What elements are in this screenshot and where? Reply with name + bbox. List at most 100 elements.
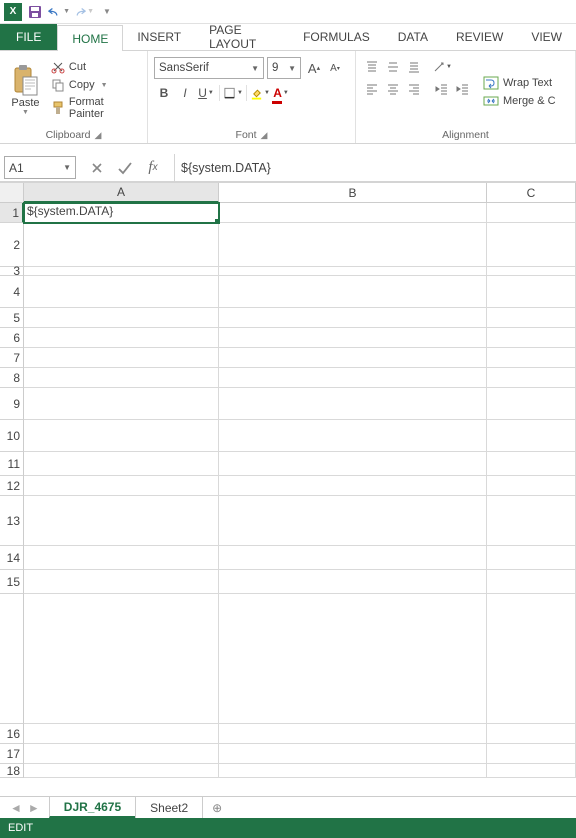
redo-button[interactable]: ▼	[72, 2, 94, 22]
row-header[interactable]: 2	[0, 223, 24, 267]
undo-button[interactable]: ▼	[48, 2, 70, 22]
cell[interactable]	[487, 570, 576, 594]
cancel-formula-button[interactable]	[86, 157, 108, 179]
save-icon[interactable]	[24, 2, 46, 22]
cell[interactable]	[219, 452, 487, 476]
merge-center-button[interactable]: Merge & C	[481, 93, 558, 109]
cell[interactable]	[219, 223, 487, 267]
cut-button[interactable]: Cut	[49, 59, 141, 75]
align-middle-button[interactable]	[383, 57, 403, 77]
format-painter-button[interactable]: Format Painter	[49, 95, 141, 121]
column-header[interactable]: A	[24, 183, 219, 203]
add-sheet-button[interactable]: ⊕	[203, 797, 231, 818]
cell[interactable]	[219, 388, 487, 420]
sheet-next-icon[interactable]: ►	[28, 801, 40, 815]
orientation-button[interactable]: ▼	[432, 57, 452, 77]
sheet-tab-active[interactable]: DJR_4675	[49, 797, 136, 818]
sheet-nav[interactable]: ◄ ►	[0, 797, 50, 818]
tab-insert[interactable]: INSERT	[123, 24, 195, 50]
cell[interactable]	[24, 276, 219, 308]
cell[interactable]	[219, 496, 487, 546]
cell[interactable]	[24, 368, 219, 388]
cell[interactable]	[24, 348, 219, 368]
row-header[interactable]: 12	[0, 476, 24, 496]
cell[interactable]	[219, 308, 487, 328]
cell[interactable]	[219, 594, 487, 724]
cell[interactable]	[487, 594, 576, 724]
row-headers[interactable]: 123456789101112131415161718	[0, 203, 24, 796]
cell[interactable]	[219, 348, 487, 368]
tab-formulas[interactable]: FORMULAS	[289, 24, 384, 50]
tab-home[interactable]: HOME	[57, 25, 123, 51]
row-header[interactable]: 14	[0, 546, 24, 570]
cell[interactable]	[24, 452, 219, 476]
tab-data[interactable]: DATA	[384, 24, 442, 50]
row-header[interactable]: 5	[0, 308, 24, 328]
row-header[interactable]: 17	[0, 744, 24, 764]
tab-review[interactable]: REVIEW	[442, 24, 517, 50]
shrink-font-button[interactable]: A▾	[325, 58, 345, 78]
cell[interactable]	[219, 764, 487, 778]
cell[interactable]	[24, 496, 219, 546]
align-left-button[interactable]	[362, 79, 382, 99]
row-header[interactable]: 15	[0, 570, 24, 594]
cell[interactable]	[487, 368, 576, 388]
cell[interactable]	[487, 496, 576, 546]
font-launcher-icon[interactable]: ◢	[261, 130, 268, 141]
cell[interactable]	[219, 420, 487, 452]
cell[interactable]: ${system.DATA}	[24, 203, 219, 223]
cell[interactable]	[487, 452, 576, 476]
formula-input[interactable]: ${system.DATA}	[174, 154, 576, 181]
cell[interactable]	[487, 223, 576, 267]
paste-button[interactable]: Paste ▼	[6, 53, 45, 127]
cell[interactable]	[219, 328, 487, 348]
tab-file[interactable]: FILE	[0, 24, 57, 50]
row-header[interactable]: 1	[0, 203, 24, 223]
row-header[interactable]: 7	[0, 348, 24, 368]
underline-button[interactable]: U▼	[196, 83, 216, 103]
cell[interactable]	[219, 276, 487, 308]
tab-view[interactable]: VIEW	[517, 24, 576, 50]
cell[interactable]	[24, 594, 219, 724]
cell[interactable]	[24, 724, 219, 744]
align-top-button[interactable]	[362, 57, 382, 77]
align-center-button[interactable]	[383, 79, 403, 99]
spreadsheet-grid[interactable]: ABC 123456789101112131415161718 ${system…	[0, 182, 576, 796]
cell[interactable]	[24, 308, 219, 328]
cell[interactable]	[219, 744, 487, 764]
row-header[interactable]: 4	[0, 276, 24, 308]
cell[interactable]	[219, 203, 487, 223]
border-button[interactable]: ▼	[223, 83, 243, 103]
name-box[interactable]: A1 ▼	[4, 156, 76, 179]
enter-formula-button[interactable]	[114, 157, 136, 179]
sheet-prev-icon[interactable]: ◄	[10, 801, 22, 815]
cell[interactable]	[24, 223, 219, 267]
cell[interactable]	[487, 476, 576, 496]
cell[interactable]	[24, 570, 219, 594]
cell[interactable]	[219, 570, 487, 594]
cell[interactable]	[219, 546, 487, 570]
cell[interactable]	[487, 764, 576, 778]
cell[interactable]	[24, 476, 219, 496]
row-header[interactable]: 11	[0, 452, 24, 476]
decrease-indent-button[interactable]	[432, 79, 452, 99]
cells-area[interactable]: ${system.DATA}	[24, 203, 576, 796]
align-right-button[interactable]	[404, 79, 424, 99]
column-headers[interactable]: ABC	[24, 183, 576, 203]
font-size-select[interactable]: 9 ▼	[267, 57, 301, 79]
font-color-button[interactable]: A▼	[271, 83, 291, 103]
cell[interactable]	[24, 744, 219, 764]
cell[interactable]	[487, 328, 576, 348]
sheet-tab-sheet2[interactable]: Sheet2	[135, 797, 203, 818]
cell[interactable]	[487, 724, 576, 744]
tab-page-layout[interactable]: PAGE LAYOUT	[195, 24, 289, 50]
fx-button[interactable]: fx	[142, 157, 164, 179]
cell[interactable]	[24, 546, 219, 570]
row-header[interactable]: 3	[0, 267, 24, 276]
copy-button[interactable]: Copy ▼	[49, 77, 141, 93]
clipboard-launcher-icon[interactable]: ◢	[95, 130, 102, 141]
cell[interactable]	[24, 420, 219, 452]
select-all-corner[interactable]	[0, 183, 24, 203]
fill-color-button[interactable]: ▼	[250, 83, 270, 103]
cell[interactable]	[487, 203, 576, 223]
